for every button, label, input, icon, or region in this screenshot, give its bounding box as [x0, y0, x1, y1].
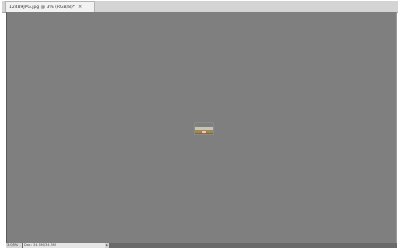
document-window: 12489JPG.jpg @ 3% (RGB/8) * × 3.05% Doc:…	[0, 0, 400, 249]
image-thumbnail[interactable]	[194, 122, 214, 135]
status-menu-arrow-icon[interactable]: ▸	[105, 243, 109, 248]
zoom-level[interactable]: 3.05%	[6, 243, 22, 248]
canvas-workspace[interactable]	[6, 12, 397, 243]
document-tab-label: 12489JPG.jpg @ 3% (RGB/8)	[9, 4, 73, 10]
landscape-photo-icon	[195, 127, 213, 134]
document-tab[interactable]: 12489JPG.jpg @ 3% (RGB/8) * ×	[5, 1, 95, 12]
modified-marker: *	[72, 4, 76, 10]
document-info: Doc: 34.5M/34.5M	[23, 243, 105, 248]
close-icon[interactable]: ×	[78, 4, 82, 10]
status-bar: 3.05% Doc: 34.5M/34.5M ▸	[6, 243, 397, 248]
